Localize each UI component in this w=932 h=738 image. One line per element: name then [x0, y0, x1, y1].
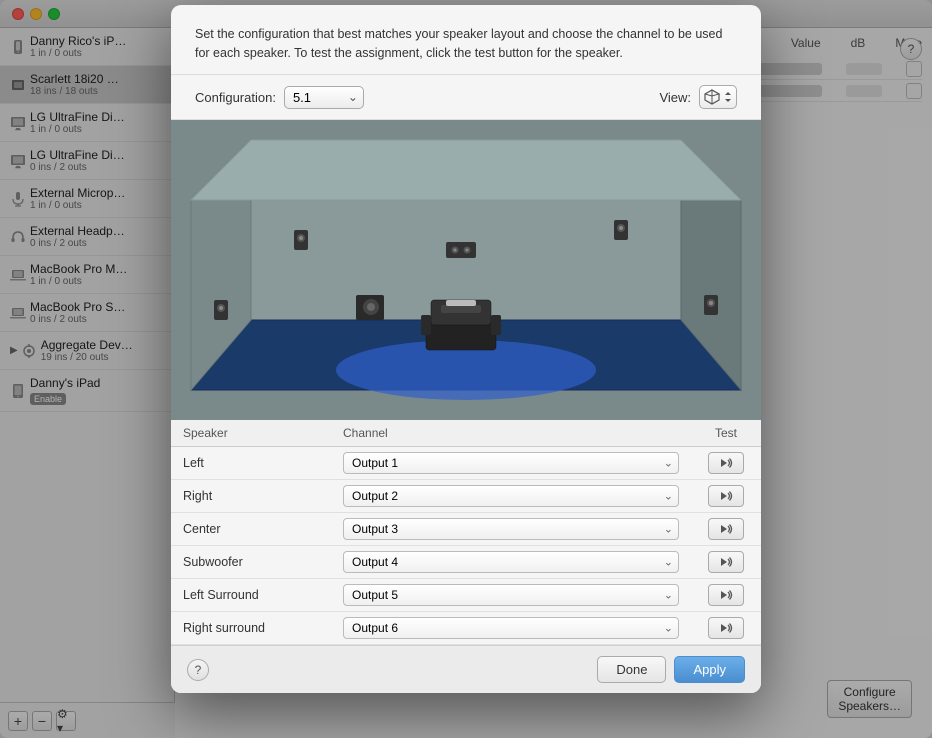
- test-button[interactable]: [708, 617, 744, 639]
- speaker-subwoofer: [356, 295, 384, 320]
- speaker-cell: Right surround: [171, 612, 331, 645]
- modal-help-button[interactable]: ?: [187, 659, 209, 681]
- speaker-table-container: Speaker Channel Test Left Output 1Output …: [171, 420, 761, 645]
- test-cell: [691, 480, 761, 513]
- speaker-test-icon: [718, 488, 734, 504]
- channel-select-wrapper: Output 1Output 2Output 3Output 4Output 5…: [343, 518, 679, 540]
- channel-cell: Output 1Output 2Output 3Output 4Output 5…: [331, 579, 691, 612]
- test-button[interactable]: [708, 452, 744, 474]
- channel-select-wrapper: Output 1Output 2Output 3Output 4Output 5…: [343, 485, 679, 507]
- channel-select-wrapper: Output 1Output 2Output 3Output 4Output 5…: [343, 452, 679, 474]
- channel-cell: Output 1Output 2Output 3Output 4Output 5…: [331, 480, 691, 513]
- modal-config-row: Configuration: Stereo 5.1 7.1 View:: [171, 75, 761, 120]
- channel-select-wrapper: Output 1Output 2Output 3Output 4Output 5…: [343, 584, 679, 606]
- config-left: Configuration: Stereo 5.1 7.1: [195, 86, 364, 109]
- channel-select-wrapper: Output 1Output 2Output 3Output 4Output 5…: [343, 617, 679, 639]
- speaker-test-icon: [718, 587, 734, 603]
- channel-select[interactable]: Output 1Output 2Output 3Output 4Output 5…: [343, 485, 679, 507]
- test-cell: [691, 612, 761, 645]
- speaker-cell: Center: [171, 513, 331, 546]
- channel-cell: Output 1Output 2Output 3Output 4Output 5…: [331, 546, 691, 579]
- chair: [421, 300, 501, 350]
- channel-select-wrapper: Output 1Output 2Output 3Output 4Output 5…: [343, 551, 679, 573]
- speaker-test-icon: [718, 620, 734, 636]
- speaker-cell: Left Surround: [171, 579, 331, 612]
- test-cell: [691, 579, 761, 612]
- configuration-select[interactable]: Stereo 5.1 7.1: [284, 86, 364, 109]
- speaker-cell: Right: [171, 480, 331, 513]
- speaker-test-icon: [718, 521, 734, 537]
- done-button[interactable]: Done: [597, 656, 666, 683]
- speaker-cell: Subwoofer: [171, 546, 331, 579]
- chevron-up-down-icon: [723, 90, 733, 104]
- configure-speakers-modal: Set the configuration that best matches …: [171, 5, 761, 694]
- channel-cell: Output 1Output 2Output 3Output 4Output 5…: [331, 447, 691, 480]
- speaker-table: Speaker Channel Test Left Output 1Output …: [171, 420, 761, 645]
- view-3d-button[interactable]: [699, 85, 737, 109]
- speaker-front-left: [294, 230, 308, 250]
- channel-select[interactable]: Output 1Output 2Output 3Output 4Output 5…: [343, 551, 679, 573]
- speaker-cell: Left: [171, 447, 331, 480]
- channel-select[interactable]: Output 1Output 2Output 3Output 4Output 5…: [343, 584, 679, 606]
- modal-footer: ? Done Apply: [171, 645, 761, 693]
- speaker-front-right: [614, 220, 628, 240]
- view-right: View:: [659, 85, 737, 109]
- room-svg: [171, 120, 761, 420]
- test-button[interactable]: [708, 485, 744, 507]
- test-cell: [691, 447, 761, 480]
- apply-button[interactable]: Apply: [674, 656, 745, 683]
- table-row: Subwoofer Output 1Output 2Output 3Output …: [171, 546, 761, 579]
- channel-select[interactable]: Output 1Output 2Output 3Output 4Output 5…: [343, 617, 679, 639]
- modal-footer-buttons: Done Apply: [597, 656, 745, 683]
- channel-select[interactable]: Output 1Output 2Output 3Output 4Output 5…: [343, 452, 679, 474]
- channel-cell: Output 1Output 2Output 3Output 4Output 5…: [331, 612, 691, 645]
- speaker-test-icon: [718, 554, 734, 570]
- config-label: Configuration:: [195, 90, 276, 105]
- table-row: Left Output 1Output 2Output 3Output 4Outp…: [171, 447, 761, 480]
- speaker-surround-right: [704, 295, 718, 315]
- table-header-row: Speaker Channel Test: [171, 420, 761, 447]
- test-button[interactable]: [708, 551, 744, 573]
- table-row: Right surround Output 1Output 2Output 3Ou…: [171, 612, 761, 645]
- table-row: Right Output 1Output 2Output 3Output 4Out…: [171, 480, 761, 513]
- speaker-test-icon: [718, 455, 734, 471]
- speaker-surround-left: [214, 300, 228, 320]
- room-visualization: [171, 120, 761, 420]
- speaker-column-header: Speaker: [171, 420, 331, 447]
- speaker-center: [446, 242, 476, 258]
- view-label: View:: [659, 90, 691, 105]
- test-button[interactable]: [708, 518, 744, 540]
- test-cell: [691, 546, 761, 579]
- test-button[interactable]: [708, 584, 744, 606]
- table-row: Left Surround Output 1Output 2Output 3Out…: [171, 579, 761, 612]
- modal-description: Set the configuration that best matches …: [171, 5, 761, 76]
- channel-select[interactable]: Output 1Output 2Output 3Output 4Output 5…: [343, 518, 679, 540]
- channel-column-header: Channel: [331, 420, 691, 447]
- table-row: Center Output 1Output 2Output 3Output 4Ou…: [171, 513, 761, 546]
- cube-icon: [703, 88, 721, 106]
- channel-cell: Output 1Output 2Output 3Output 4Output 5…: [331, 513, 691, 546]
- test-cell: [691, 513, 761, 546]
- config-select-wrapper: Stereo 5.1 7.1: [284, 86, 364, 109]
- test-column-header: Test: [691, 420, 761, 447]
- modal-overlay: Set the configuration that best matches …: [0, 0, 932, 738]
